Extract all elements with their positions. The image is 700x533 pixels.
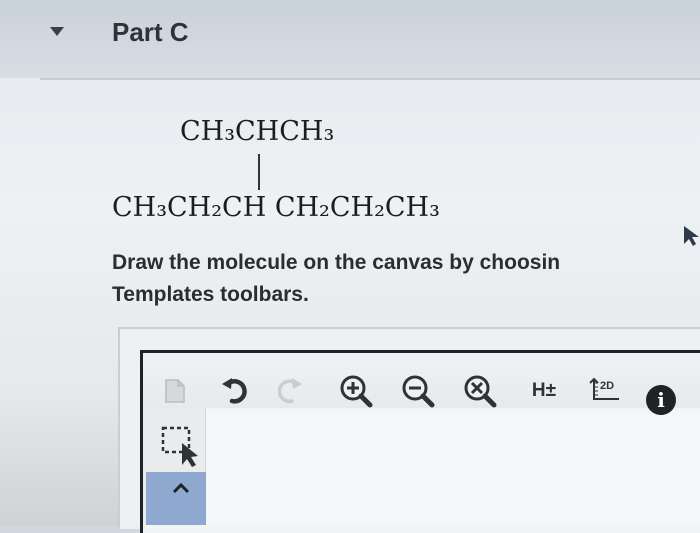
instruction-line-2: Templates toolbars. (112, 283, 309, 306)
redo-button[interactable] (276, 374, 306, 408)
redo-icon (278, 378, 302, 404)
zoom-out-button[interactable] (398, 374, 438, 408)
undo-icon (222, 378, 247, 404)
info-icon: i (657, 388, 665, 412)
clean-2d-label: 2D (600, 380, 614, 392)
main-chain-formula: CH₃CH₂CH CH₂CH₂CH₃ (112, 192, 440, 223)
mouse-cursor-icon (684, 226, 699, 246)
template-tab[interactable] (146, 472, 206, 525)
zoom-out-icon (402, 375, 435, 408)
reset-zoom-button[interactable] (460, 374, 500, 408)
selection-tool-icon[interactable] (160, 425, 206, 469)
part-header (0, 0, 700, 78)
new-document-icon (165, 379, 185, 403)
instruction-line-1: Draw the molecule on the canvas by choos… (112, 251, 561, 274)
undo-button[interactable] (218, 374, 252, 408)
hydrogen-toggle-button[interactable]: H± (523, 374, 565, 408)
caret-down-icon[interactable] (50, 27, 64, 36)
bond-line (258, 154, 260, 190)
clean-2d-icon: 2D (589, 377, 619, 400)
reset-zoom-icon (464, 375, 497, 408)
branch-formula: CH₃CHCH₃ (180, 116, 335, 147)
part-title[interactable]: Part C (112, 17, 189, 48)
expand-caret-icon[interactable] (172, 482, 190, 494)
clean-2d-button[interactable]: 2D (582, 374, 628, 408)
zoom-in-icon (340, 375, 373, 408)
instruction-text: Draw the molecule on the canvas by choos… (112, 247, 700, 311)
new-document-button[interactable] (160, 374, 190, 408)
hydrogen-toggle-icon: H± (531, 380, 557, 401)
drawing-canvas[interactable] (206, 410, 700, 525)
info-button[interactable]: i (646, 385, 676, 415)
zoom-in-button[interactable] (336, 374, 376, 408)
header-divider (40, 78, 700, 80)
